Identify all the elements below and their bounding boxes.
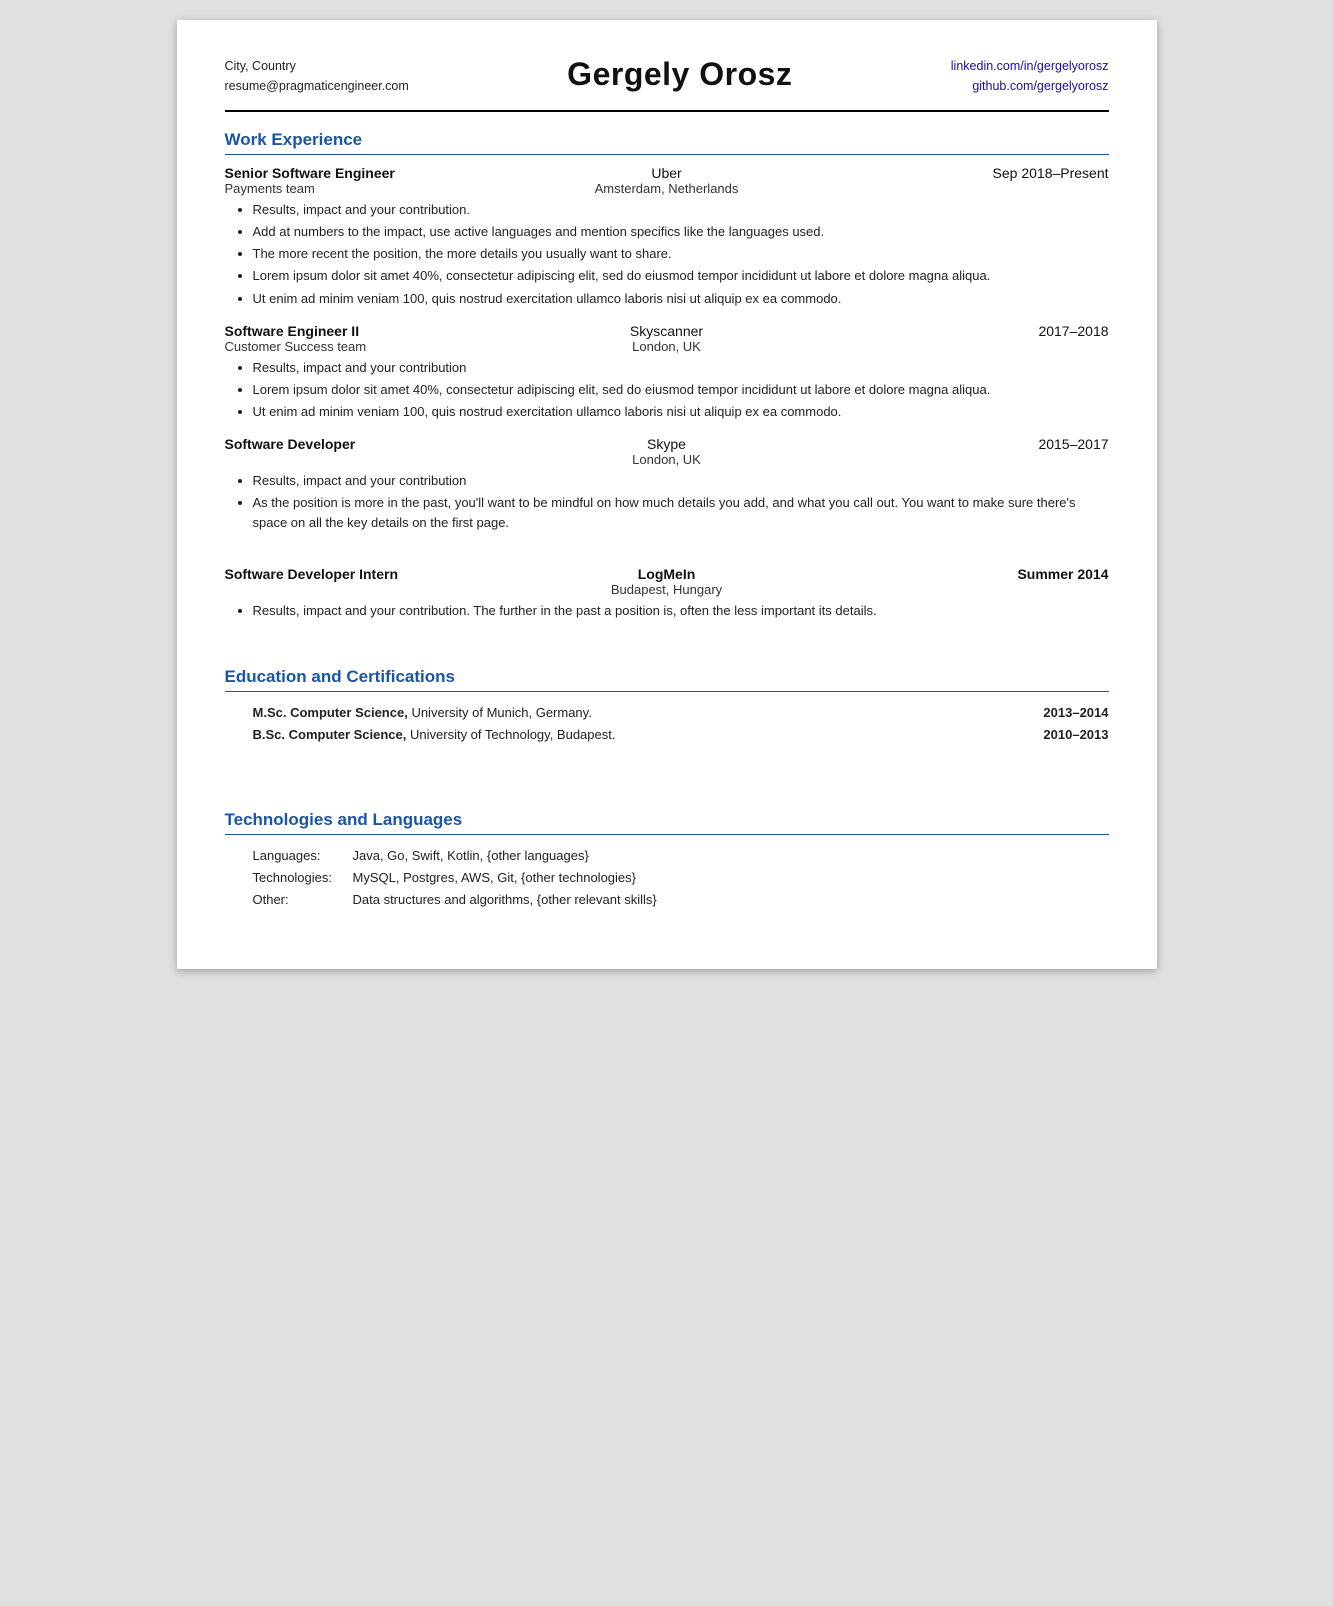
edu-text-3 [253,746,1109,768]
candidate-name: Gergely Orosz [409,56,951,93]
edu-bold-1: M.Sc. Computer Science, [253,705,408,720]
spacer [225,548,1109,566]
job-bullets-4: Results, impact and your contribution. T… [253,601,1109,621]
job-entry-2: Software Engineer II Skyscanner 2017–201… [225,323,1109,422]
list-item: Results, impact and your contribution [253,471,1109,491]
job-subrow-3: London, UK [225,452,1109,467]
list-item: Ut enim ad minim veniam 100, quis nostru… [253,289,1109,309]
tech-label-3: Other: [253,889,353,911]
list-item: Technologies: MySQL, Postgres, AWS, Git,… [253,867,1109,889]
list-item [253,746,1109,768]
edu-bold-2: B.Sc. Computer Science, [253,727,407,742]
job-company-3: Skype [519,436,814,452]
spacer-3 [225,778,1109,794]
github-link[interactable]: github.com/gergelyorosz [951,76,1109,96]
job-title-1: Senior Software Engineer [225,165,520,181]
work-experience-divider [225,154,1109,155]
job-dates-4: Summer 2014 [814,566,1109,582]
job-header-row-2: Software Engineer II Skyscanner 2017–201… [225,323,1109,339]
tech-value-1: Java, Go, Swift, Kotlin, {other language… [353,845,1109,867]
job-subrow-4: Budapest, Hungary [225,582,1109,597]
work-experience-section: Work Experience Senior Software Engineer… [225,130,1109,621]
technologies-divider [225,834,1109,835]
list-item: As the position is more in the past, you… [253,493,1109,533]
edu-year-1: 2013–2014 [1043,702,1108,724]
list-item: Other: Data structures and algorithms, {… [253,889,1109,911]
job-title-3: Software Developer [225,436,520,452]
linkedin-link[interactable]: linkedin.com/in/gergelyorosz [951,56,1109,76]
job-team-3 [225,452,520,467]
tech-label-2: Technologies: [253,867,353,889]
job-dates-3: 2015–2017 [814,436,1109,452]
tech-label-1: Languages: [253,845,353,867]
list-item: Ut enim ad minim veniam 100, quis nostru… [253,402,1109,422]
job-location-2: London, UK [519,339,814,354]
job-team-4 [225,582,520,597]
list-item: Lorem ipsum dolor sit amet 40%, consecte… [253,266,1109,286]
job-entry-3: Software Developer Skype 2015–2017 Londo… [225,436,1109,533]
list-item: Results, impact and your contribution. T… [253,601,1109,621]
job-company-4: LogMeIn [519,566,814,582]
spacer-2 [225,635,1109,651]
education-section: Education and Certifications M.Sc. Compu… [225,667,1109,768]
tech-value-3: Data structures and algorithms, {other r… [353,889,1109,911]
edu-year-2: 2010–2013 [1043,724,1108,746]
job-header-row-4: Software Developer Intern LogMeIn Summer… [225,566,1109,582]
social-links: linkedin.com/in/gergelyorosz github.com/… [951,56,1109,96]
resume-page: City, Country resume@pragmaticengineer.c… [177,20,1157,969]
contact-city: City, Country [225,56,409,76]
list-item: Lorem ipsum dolor sit amet 40%, consecte… [253,380,1109,400]
job-location-1: Amsterdam, Netherlands [519,181,814,196]
list-item: Languages: Java, Go, Swift, Kotlin, {oth… [253,845,1109,867]
technologies-list: Languages: Java, Go, Swift, Kotlin, {oth… [253,845,1109,911]
job-location-3: London, UK [519,452,814,467]
job-entry-1: Senior Software Engineer Uber Sep 2018–P… [225,165,1109,309]
contact-email: resume@pragmaticengineer.com [225,76,409,96]
job-subrow-1: Payments team Amsterdam, Netherlands [225,181,1109,196]
job-company-2: Skyscanner [519,323,814,339]
education-divider [225,691,1109,692]
list-item: M.Sc. Computer Science, University of Mu… [253,702,1109,724]
edu-text-2: B.Sc. Computer Science, University of Te… [253,724,1044,746]
header-name-block: Gergely Orosz [409,56,951,93]
job-company-1: Uber [519,165,814,181]
job-dates-1: Sep 2018–Present [814,165,1109,181]
education-title: Education and Certifications [225,667,1109,687]
technologies-section: Technologies and Languages Languages: Ja… [225,810,1109,911]
list-item: Add at numbers to the impact, use active… [253,222,1109,242]
job-entry-4: Software Developer Intern LogMeIn Summer… [225,566,1109,621]
job-team-2: Customer Success team [225,339,520,354]
education-list: M.Sc. Computer Science, University of Mu… [253,702,1109,768]
tech-value-2: MySQL, Postgres, AWS, Git, {other techno… [353,867,1109,889]
list-item: Results, impact and your contribution [253,358,1109,378]
job-bullets-2: Results, impact and your contribution Lo… [253,358,1109,422]
work-experience-title: Work Experience [225,130,1109,150]
job-location-4: Budapest, Hungary [519,582,814,597]
job-subrow-2: Customer Success team London, UK [225,339,1109,354]
edu-text-1: M.Sc. Computer Science, University of Mu… [253,702,1044,724]
list-item: B.Sc. Computer Science, University of Te… [253,724,1109,746]
resume-header: City, Country resume@pragmaticengineer.c… [225,56,1109,112]
list-item: Results, impact and your contribution. [253,200,1109,220]
job-header-row-3: Software Developer Skype 2015–2017 [225,436,1109,452]
contact-info: City, Country resume@pragmaticengineer.c… [225,56,409,96]
job-title-4: Software Developer Intern [225,566,520,582]
job-dates-2: 2017–2018 [814,323,1109,339]
job-bullets-3: Results, impact and your contribution As… [253,471,1109,533]
technologies-title: Technologies and Languages [225,810,1109,830]
job-header-row-1: Senior Software Engineer Uber Sep 2018–P… [225,165,1109,181]
job-title-2: Software Engineer II [225,323,520,339]
job-bullets-1: Results, impact and your contribution. A… [253,200,1109,309]
list-item: The more recent the position, the more d… [253,244,1109,264]
job-team-1: Payments team [225,181,520,196]
